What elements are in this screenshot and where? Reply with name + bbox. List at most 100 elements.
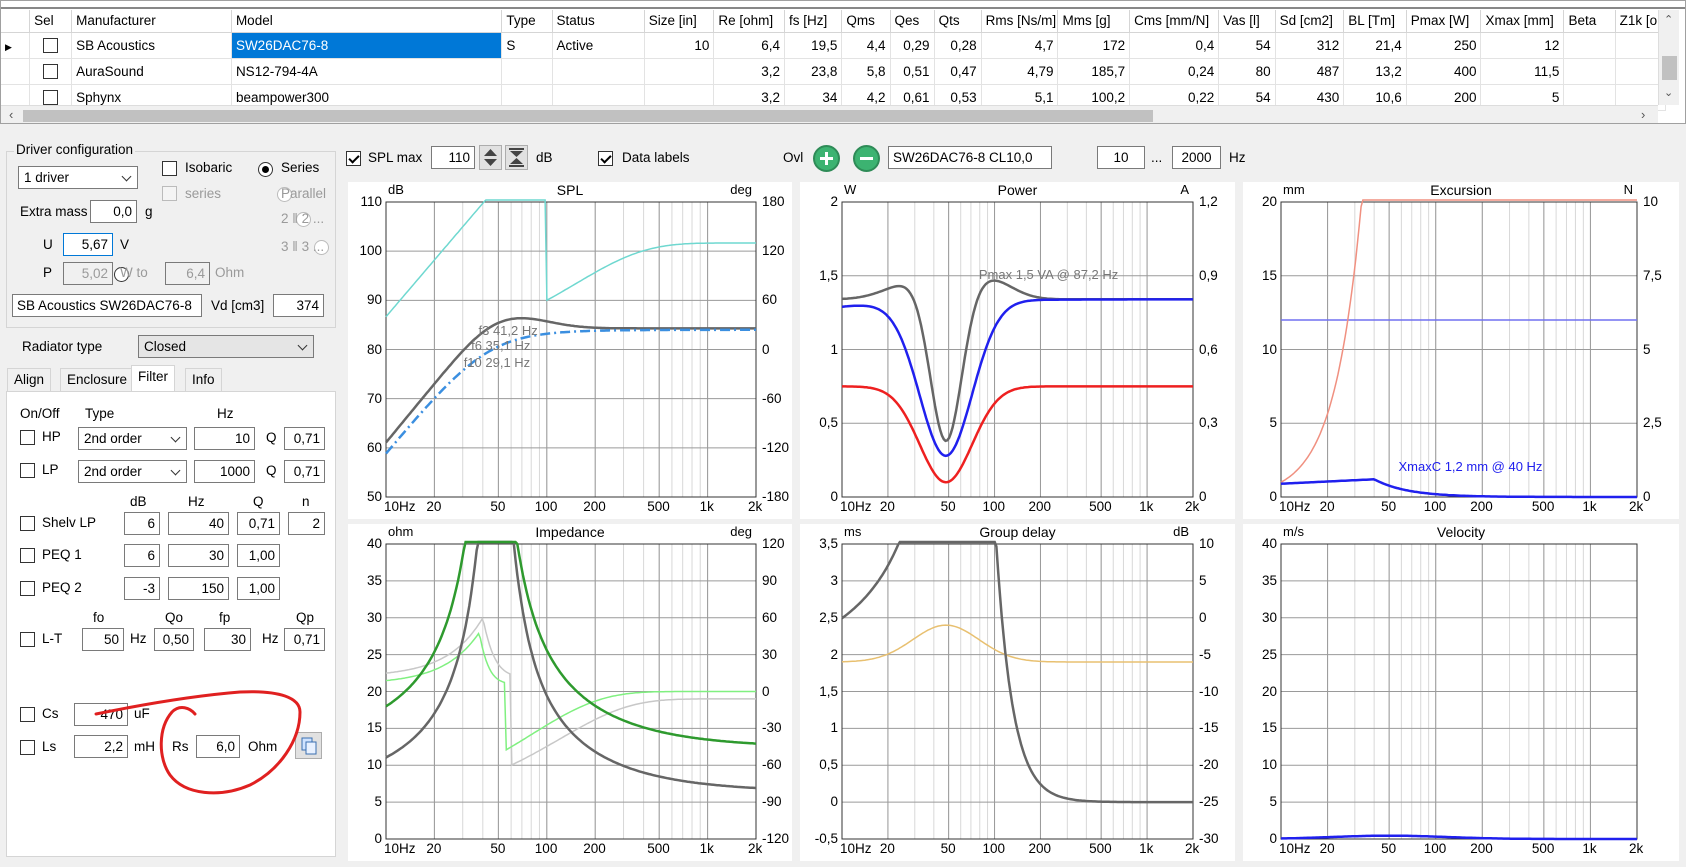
overlay-name-field[interactable]: SW26DAC76-8 CL10,0 (888, 146, 1052, 169)
x-tick-label: 500 (1531, 841, 1555, 856)
x-tick-label: 500 (1089, 841, 1112, 856)
chart-gd-right-unit: dB (1173, 524, 1189, 539)
x-tick-label: 100 (1423, 841, 1447, 856)
chart-exc[interactable]: Excursion mm N 20 15 10 5 0 10 7,5 5 2,5 0 10Hz 20 50 10… (1243, 182, 1679, 519)
cell-mms[interactable]: 172 (1057, 32, 1131, 59)
cell-beta[interactable] (1563, 32, 1616, 59)
cell-vas[interactable]: 80 (1218, 58, 1276, 85)
spl-max-input[interactable]: 110 (431, 146, 475, 169)
cell-qes[interactable]: 0,29 (890, 32, 935, 59)
cell-sd[interactable]: 312 (1275, 32, 1345, 59)
table-vscrollbar[interactable]: ⌃ ⌄ (1658, 10, 1679, 105)
chart-gd[interactable]: Group delay ms dB 3,5 3 2,5 2 1,5 1 0,5 0 -0,5 10 5 0-… (800, 524, 1235, 861)
col-rms[interactable]: Rms [Ns/m] (981, 10, 1059, 33)
x-tick-label: 100 (534, 841, 558, 856)
freq-from-input[interactable]: 10 (1097, 146, 1145, 169)
cell-cms[interactable]: 0,24 (1129, 58, 1220, 85)
cell-qms[interactable]: 4,4 (841, 32, 891, 59)
cell-pmax[interactable]: 400 (1406, 58, 1482, 85)
cell-type[interactable]: S (501, 32, 553, 59)
cell-qes[interactable]: 0,51 (890, 58, 935, 85)
cell-xmax[interactable]: 12 (1480, 32, 1565, 59)
cell-size[interactable]: 10 (644, 32, 715, 59)
col-sd[interactable]: Sd [cm2] (1275, 10, 1345, 33)
spl-max-unit: dB (536, 150, 553, 165)
add-overlay-button[interactable] (813, 145, 840, 172)
y-tick-label: 20 (1261, 194, 1277, 209)
cell-re[interactable]: 3,2 (713, 58, 786, 85)
remove-overlay-button[interactable] (853, 145, 880, 172)
y-tick-label: 0 (1269, 831, 1277, 846)
cell-qts[interactable]: 0,47 (934, 58, 982, 85)
x-tick-label: 200 (1028, 499, 1051, 514)
chart-spl[interactable]: SPL dB deg 110 100 90 80 70 60 50 180 120 60 0 -60 -120… (348, 182, 792, 519)
spl-max-checkbox[interactable] (346, 151, 361, 166)
cell-cms[interactable]: 0,4 (1129, 32, 1220, 59)
x-tick-label: 50 (1381, 841, 1397, 856)
chart-imp[interactable]: Impedance ohm deg 40 35 30 25 20 15 10 5 0 120 90 60 30… (348, 524, 792, 861)
cell-status[interactable]: Active (552, 32, 645, 59)
cell-status[interactable] (552, 58, 645, 85)
cell-qms[interactable]: 5,8 (841, 58, 891, 85)
updown-arrows-icon (484, 149, 497, 166)
cell-bl[interactable]: 21,4 (1343, 32, 1407, 59)
vscroll-thumb[interactable] (1662, 56, 1677, 80)
col-qes[interactable]: Qes (890, 10, 935, 33)
col-xmax[interactable]: Xmax [mm] (1480, 10, 1565, 33)
cell-mms[interactable]: 185,7 (1057, 58, 1131, 85)
col-beta[interactable]: Beta (1563, 10, 1616, 33)
x-tick-label: 500 (647, 499, 670, 514)
cell-fs[interactable]: 19,5 (784, 32, 843, 59)
x-tick-label: 20 (879, 499, 895, 514)
plus-icon (820, 152, 833, 165)
cell-qts[interactable]: 0,28 (934, 32, 982, 59)
chart-power[interactable]: Power W A 2 1,5 1 0,5 0 1,2 0,9 0,6 0,3 0 10Hz 20 50 100… (800, 182, 1235, 519)
chart-imp-title: Impedance (535, 524, 605, 540)
y2-tick-label: -60 (762, 757, 782, 773)
cell-re[interactable]: 6,4 (713, 32, 786, 59)
y2-tick-label: 0 (1199, 609, 1207, 625)
y-tick-label: 35 (366, 572, 382, 588)
cell-fs[interactable]: 23,8 (784, 58, 843, 85)
x-tick-label: 1k (1582, 841, 1597, 856)
y-tick-label: 3,5 (819, 536, 838, 551)
x-tick-label: 1k (1139, 841, 1154, 856)
col-fs[interactable]: fs [Hz] (784, 10, 843, 33)
col-re[interactable]: Re [ohm] (713, 10, 786, 33)
overlay-label: Ovl (783, 150, 804, 165)
cell-rms[interactable]: 4,7 (981, 32, 1059, 59)
col-status[interactable]: Status (552, 10, 645, 33)
x-tick-label: 200 (583, 499, 606, 514)
cell-beta[interactable] (1563, 58, 1616, 85)
cell-size[interactable] (644, 58, 715, 85)
y2-tick-label: -25 (1199, 794, 1219, 810)
spl-fit-button[interactable] (505, 145, 528, 170)
col-qms[interactable]: Qms (841, 10, 891, 33)
col-type[interactable]: Type (501, 10, 553, 33)
cell-rms[interactable]: 4,79 (981, 58, 1059, 85)
data-labels-checkbox[interactable] (598, 151, 613, 166)
x-tick-label: 500 (1531, 499, 1555, 514)
col-bl[interactable]: BL [Tm] (1343, 10, 1407, 33)
y-tick-label: 15 (1261, 720, 1277, 736)
cell-pmax[interactable]: 250 (1406, 32, 1482, 59)
cell-type[interactable] (501, 58, 553, 85)
spl-stepper-button[interactable] (479, 145, 502, 170)
col-size[interactable]: Size [in] (644, 10, 715, 33)
freq-to-input[interactable]: 2000 (1172, 146, 1221, 169)
y-tick-label: 0 (374, 831, 382, 846)
cell-vas[interactable]: 54 (1218, 32, 1276, 59)
cell-sd[interactable]: 487 (1275, 58, 1345, 85)
chart-vel[interactable]: Velocity m/s 40 35 30 25 20 15 10 5 0 10Hz 20 50 100 20… (1243, 524, 1679, 861)
x-tick-label: 1k (699, 499, 714, 514)
col-qts[interactable]: Qts (934, 10, 982, 33)
y-tick-label: 1 (830, 720, 838, 736)
freq-range-dots: ... (1151, 150, 1163, 165)
cell-bl[interactable]: 13,2 (1343, 58, 1407, 85)
col-mms[interactable]: Mms [g] (1057, 10, 1131, 33)
y2-tick-label: 1,2 (1199, 194, 1218, 209)
col-vas[interactable]: Vas [l] (1218, 10, 1276, 33)
col-pmax[interactable]: Pmax [W] (1406, 10, 1482, 33)
cell-xmax[interactable]: 11,5 (1480, 58, 1565, 85)
col-cms[interactable]: Cms [mm/N] (1129, 10, 1220, 33)
